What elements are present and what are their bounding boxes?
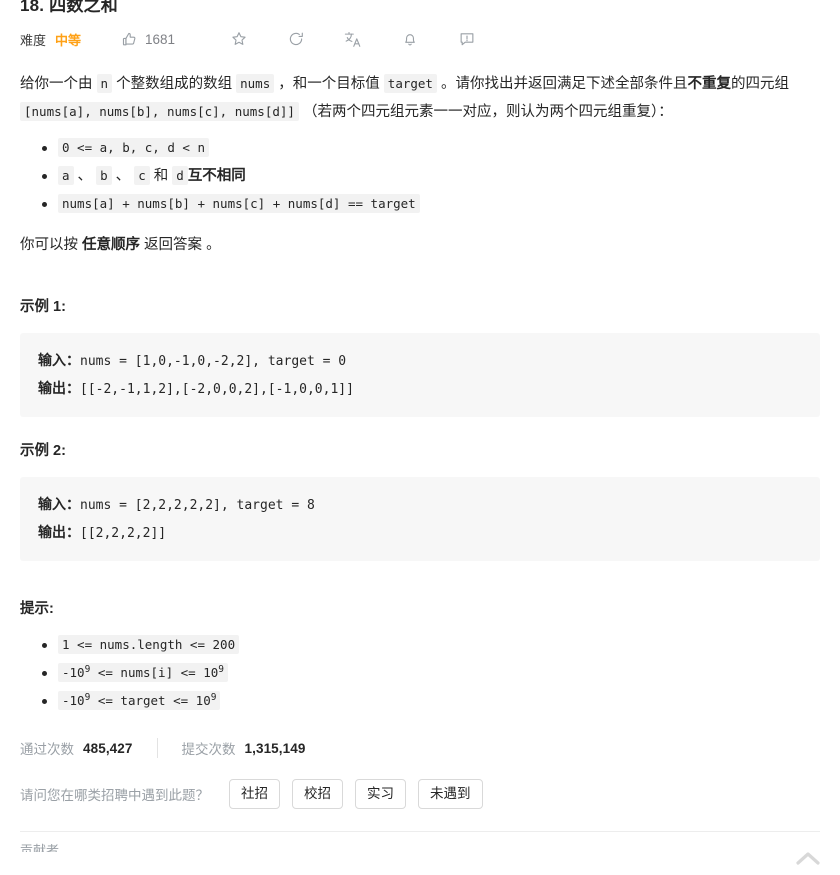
sep-2: 、	[111, 168, 135, 184]
report-icon[interactable]	[438, 26, 495, 52]
example-1-input-value: nums = [1,0,-1,0,-2,2], target = 0	[80, 354, 347, 369]
example-2-heading: 示例 2:	[20, 443, 66, 459]
example-1-output-value: [[-2,-1,1,2],[-2,0,0,2],[-1,0,0,1]]	[80, 382, 354, 397]
stats-divider	[156, 738, 158, 758]
constraint-code-0: 0 <= a, b, c, d < n	[58, 138, 209, 157]
problem-toolbar	[210, 26, 495, 52]
translate-icon[interactable]	[324, 26, 381, 52]
constraint-bold-distinct: 互不相同	[187, 168, 246, 184]
desc-text-a: 给你一个由	[20, 76, 97, 92]
bell-icon[interactable]	[381, 26, 438, 52]
constraint-code-2: nums[a] + nums[b] + nums[c] + nums[d] ==…	[58, 194, 420, 213]
desc-text-c: ，和一个目标值	[274, 76, 384, 92]
submitted-label: 提交次数	[181, 742, 236, 757]
problem-header: 18. 四数之和 难度 中等 1681	[20, 0, 820, 56]
constraint-code-d: d	[172, 166, 188, 185]
example-1-input-label: 输入：	[38, 352, 80, 368]
page-title: 18. 四数之和	[20, 0, 118, 15]
constraints-list: 0 <= a, b, c, d < n a 、 b 、 c 和 d 互不相同 nu…	[20, 135, 820, 217]
footer-divider	[20, 831, 820, 832]
survey-option-weiyudao[interactable]: 未遇到	[418, 779, 483, 809]
list-item: 0 <= a, b, c, d < n	[42, 135, 820, 161]
list-item: nums[a] + nums[b] + nums[c] + nums[d] ==…	[42, 191, 820, 217]
problem-stats: 通过次数 485,427 提交次数 1,315,149	[20, 738, 820, 758]
list-item: -109 <= target <= 109	[42, 688, 820, 714]
sep-and: 和	[149, 168, 173, 184]
description-paragraph-1: 给你一个由 n 个整数组成的数组 nums ，和一个目标值 target 。请你…	[20, 70, 820, 126]
example-2-input-value: nums = [2,2,2,2,2], target = 8	[80, 498, 315, 513]
order-text-b: 返回答案 。	[140, 237, 221, 253]
thumbs-up-icon[interactable]	[121, 26, 138, 52]
example-1-block: 输入：nums = [1,0,-1,0,-2,2], target = 0 输出…	[20, 333, 820, 417]
survey-option-shezhao[interactable]: 社招	[229, 779, 280, 809]
example-1-heading: 示例 1:	[20, 299, 66, 315]
example-2-output-label: 输出：	[38, 524, 80, 540]
share-icon[interactable]	[267, 26, 324, 52]
hint-code-1: -109 <= nums[i] <= 109	[58, 663, 228, 682]
problem-content: 给你一个由 n 个整数组成的数组 nums ，和一个目标值 target 。请你…	[20, 70, 820, 714]
list-item: a 、 b 、 c 和 d 互不相同	[42, 163, 820, 189]
problem-page: 18. 四数之和 难度 中等 1681 给你一个由 n 个整数组成的数组 num…	[0, 0, 840, 875]
code-nums: nums	[236, 74, 275, 93]
code-target: target	[383, 74, 437, 93]
hints-heading: 提示:	[20, 601, 54, 617]
list-item: 1 <= nums.length <= 200	[42, 632, 820, 658]
code-n: n	[96, 74, 113, 93]
constraint-code-a: a	[58, 166, 74, 185]
like-count: 1681	[145, 31, 176, 47]
order-bold: 任意顺序	[82, 237, 141, 253]
hint-code-0: 1 <= nums.length <= 200	[58, 635, 240, 654]
passed-label: 通过次数	[20, 742, 74, 757]
hints-list: 1 <= nums.length <= 200 -109 <= nums[i] …	[20, 632, 820, 714]
chevron-up-icon[interactable]	[788, 843, 828, 873]
example-2-block: 输入：nums = [2,2,2,2,2], target = 8 输出：[[2…	[20, 477, 820, 561]
hint-code-2: -109 <= target <= 109	[58, 691, 221, 710]
survey-row: 请问您在哪类招聘中遇到此题？ 社招 校招 实习 未遇到	[20, 779, 820, 809]
example-2-input-label: 输入：	[38, 496, 80, 512]
star-icon[interactable]	[210, 26, 267, 52]
difficulty-badge[interactable]: 中等	[55, 30, 81, 49]
example-2-output-value: [[2,2,2,2]]	[80, 526, 167, 541]
example-1-output-label: 输出：	[38, 380, 80, 396]
problem-meta-row: 难度 中等 1681	[20, 22, 820, 56]
list-item: -109 <= nums[i] <= 109	[42, 660, 820, 686]
survey-question: 请问您在哪类招聘中遇到此题？	[20, 788, 209, 803]
desc-text-b: 个整数组成的数组	[112, 76, 237, 92]
constraint-code-b: b	[96, 166, 112, 185]
footer-clipped-label: 贡献者	[20, 843, 60, 852]
desc-bold-no-duplicate: 不重复	[687, 76, 731, 92]
desc-text-e: 的四元组	[730, 76, 789, 92]
code-quadruplet: [nums[a], nums[b], nums[c], nums[d]]	[20, 102, 299, 121]
submitted-value: 1,315,149	[244, 740, 306, 756]
desc-text-f: （若两个四元组元素一一对应，则认为两个四元组重复）：	[298, 104, 673, 120]
survey-option-xiaozhao[interactable]: 校招	[292, 779, 343, 809]
order-text-a: 你可以按	[20, 237, 83, 253]
description-paragraph-2: 你可以按 任意顺序 返回答案 。	[20, 231, 820, 259]
sep-1: 、	[73, 168, 97, 184]
passed-value: 485,427	[83, 740, 133, 756]
desc-text-d: 。请你找出并返回满足下述全部条件且	[436, 76, 688, 92]
difficulty-label: 难度	[20, 32, 47, 48]
survey-option-shixi[interactable]: 实习	[355, 779, 406, 809]
constraint-code-c: c	[134, 166, 150, 185]
like-group[interactable]: 1681	[121, 26, 175, 52]
